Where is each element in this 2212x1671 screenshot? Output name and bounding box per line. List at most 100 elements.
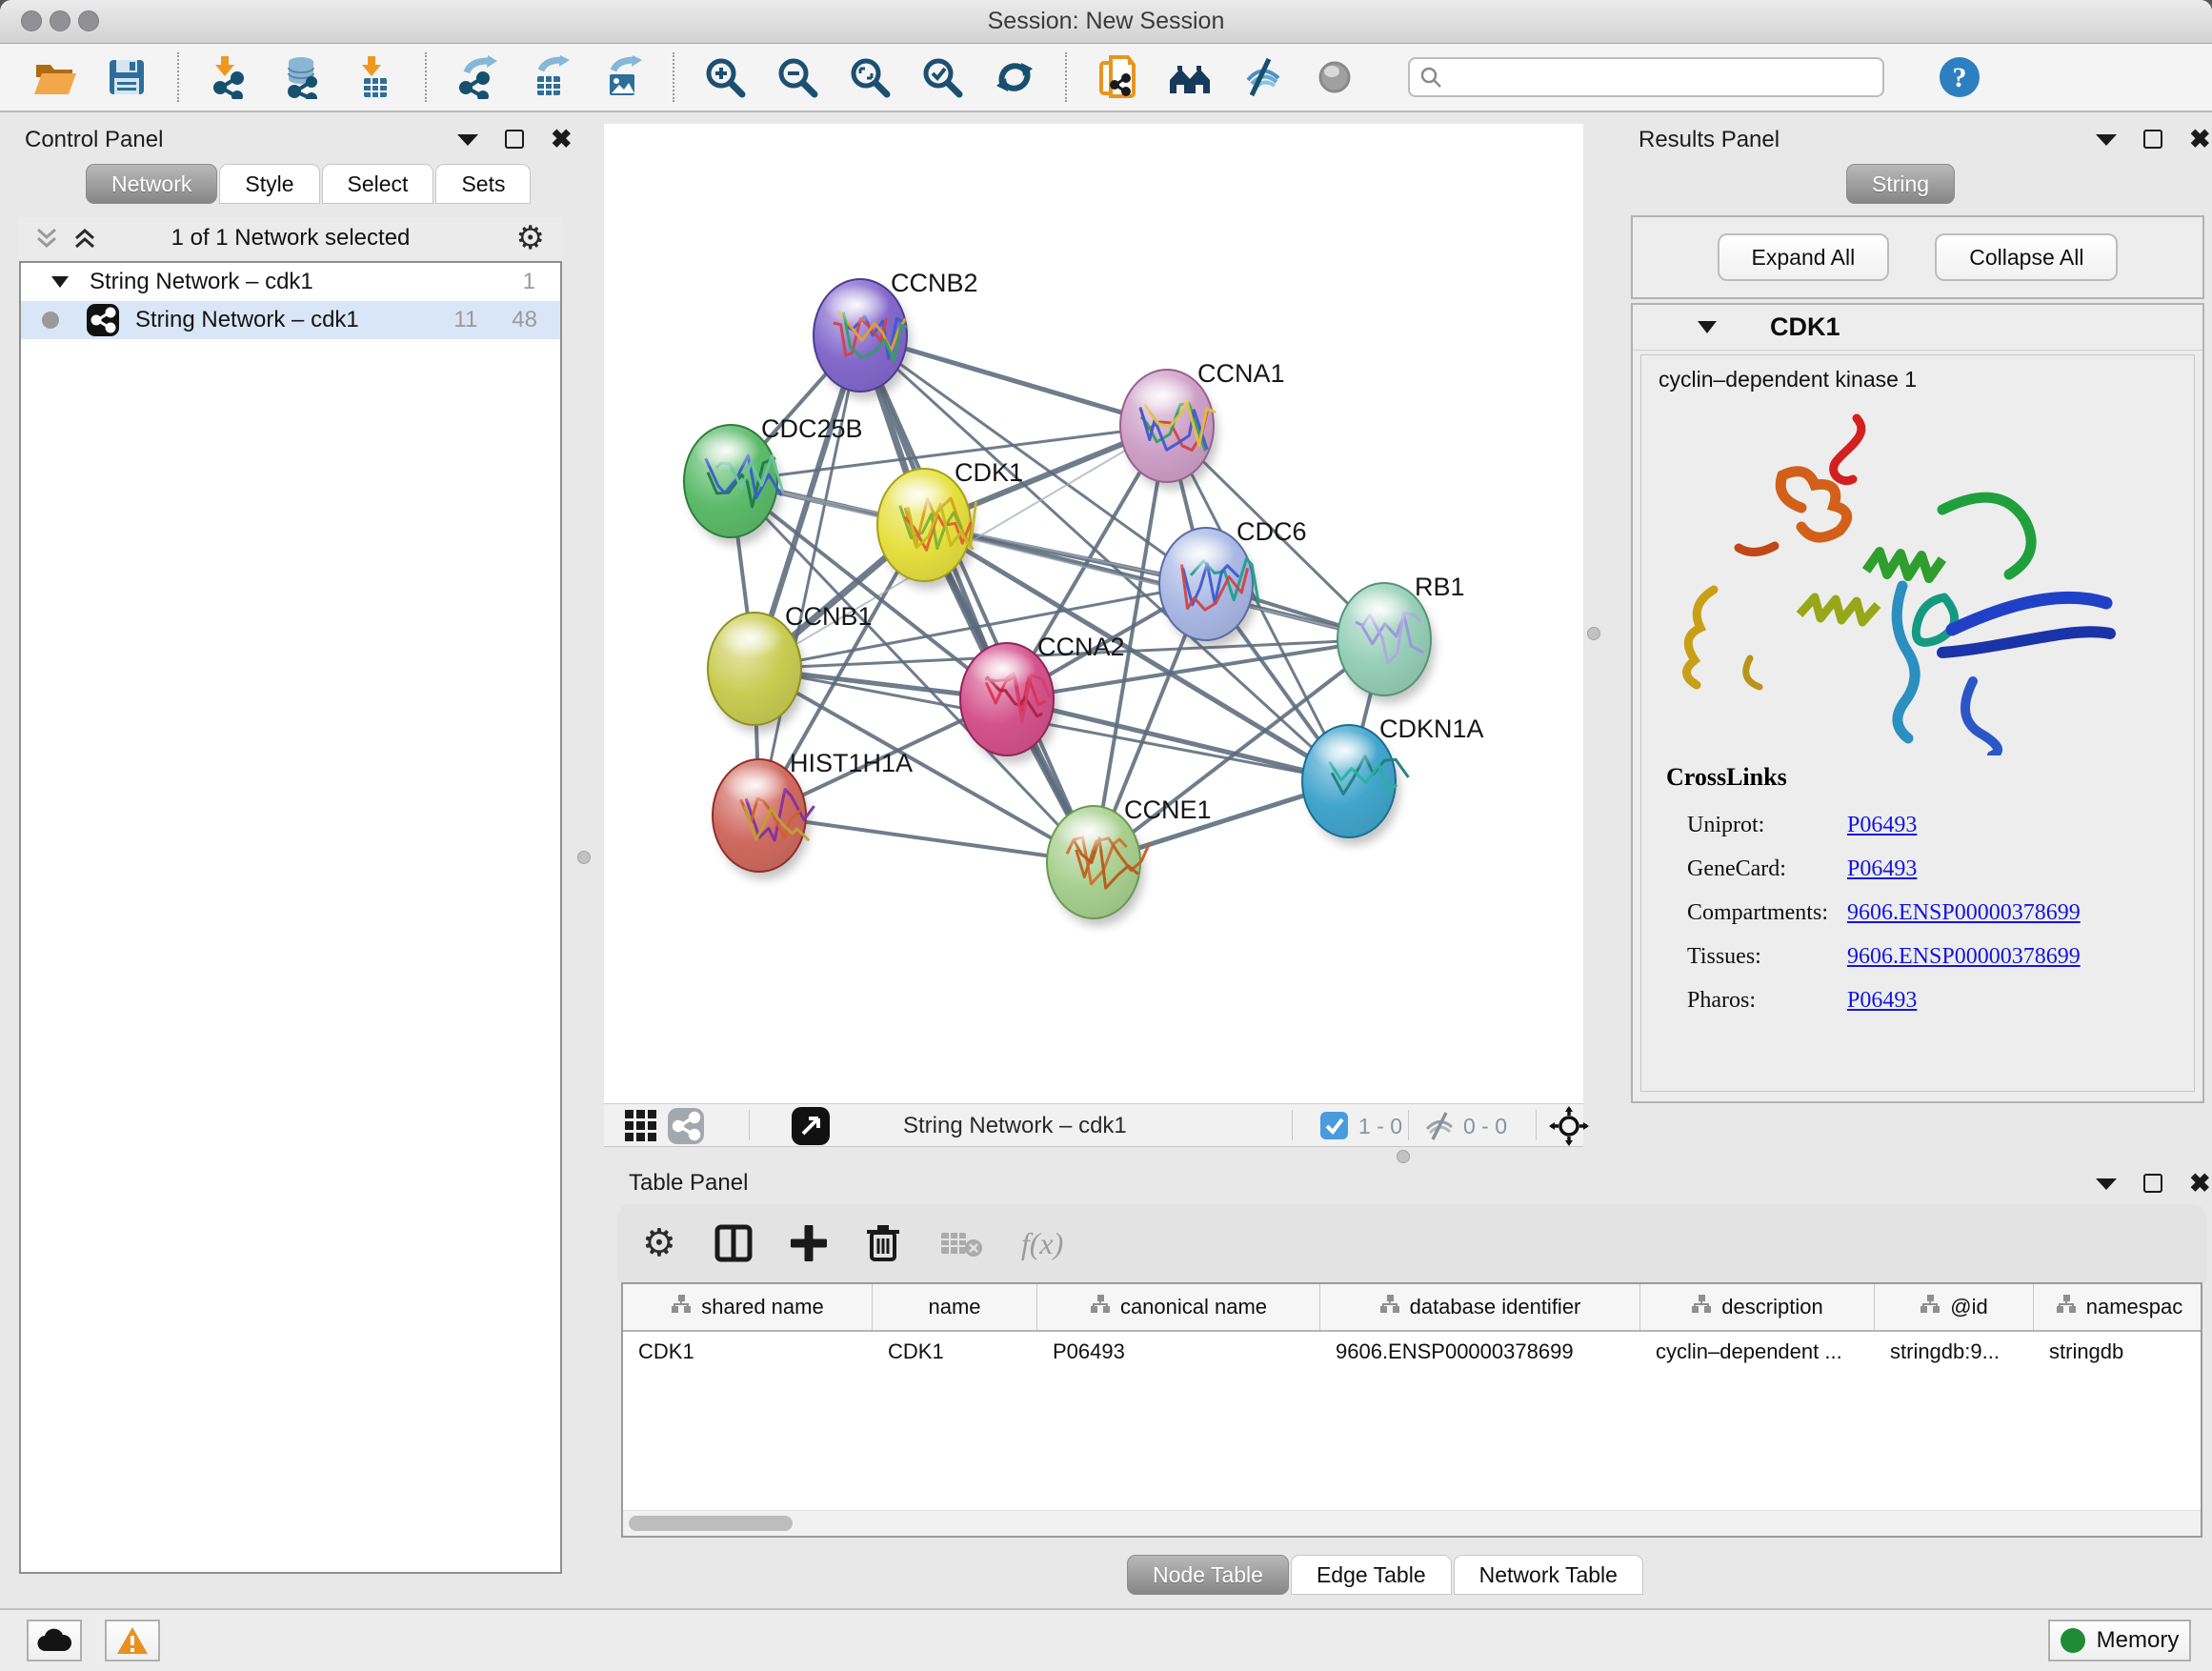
bottom-splitter-handle[interactable]: [1397, 1150, 1410, 1163]
hidden-items-icon[interactable]: [1423, 1112, 1456, 1140]
network-edge[interactable]: [759, 335, 860, 815]
network-collection-row[interactable]: String Network – cdk1 1: [21, 263, 560, 301]
import-network-icon[interactable]: [208, 55, 251, 99]
add-column-icon[interactable]: [791, 1225, 827, 1261]
expand-all-button[interactable]: Expand All: [1718, 233, 1890, 281]
network-node-ccnb1[interactable]: CCNB1: [708, 602, 873, 733]
tab-network[interactable]: Network: [86, 164, 217, 204]
network-node-hist1h1a[interactable]: HIST1H1A: [713, 749, 913, 879]
network-graph[interactable]: CCNB2CCNA1CDC25BCDK1CDC6RB1CCNB1CCNA2CDK…: [604, 124, 1583, 1103]
cloud-button[interactable]: [27, 1620, 82, 1661]
zoom-selected-icon[interactable]: [920, 55, 964, 99]
help-icon[interactable]: ?: [1938, 55, 1981, 99]
column-header-name[interactable]: name: [873, 1284, 1037, 1330]
network-node-ccna1[interactable]: CCNA1: [1120, 359, 1285, 490]
panel-close-icon[interactable]: ✖: [2189, 130, 2211, 149]
table-cell[interactable]: P06493: [1037, 1339, 1320, 1364]
network-node-cdkn1a[interactable]: CDKN1A: [1302, 715, 1484, 845]
table-cell[interactable]: cyclin–dependent ...: [1640, 1339, 1875, 1364]
delete-table-icon[interactable]: [939, 1227, 983, 1259]
gene-section-header[interactable]: CDK1: [1633, 305, 2202, 351]
panel-float-icon[interactable]: [2143, 130, 2162, 149]
crosslink-link[interactable]: 9606.ENSP00000378699: [1847, 944, 2081, 970]
hide-graphics-icon[interactable]: [1240, 55, 1284, 99]
crosslink-link[interactable]: P06493: [1847, 988, 1917, 1014]
table-cell[interactable]: stringdb: [2034, 1339, 2202, 1364]
panel-float-icon[interactable]: [505, 130, 524, 149]
show-graphics-icon[interactable]: [1313, 55, 1357, 99]
open-session-icon[interactable]: [32, 55, 76, 99]
tab-network-table[interactable]: Network Table: [1454, 1555, 1643, 1595]
panel-collapse-icon[interactable]: [2096, 1177, 2117, 1190]
home-legacy-icon[interactable]: [1168, 55, 1212, 99]
column-header-database-identifier[interactable]: database identifier: [1320, 1284, 1640, 1330]
warnings-button[interactable]: [105, 1620, 160, 1661]
collection-count: 1: [523, 269, 535, 295]
network-node-ccna2[interactable]: CCNA2: [960, 633, 1125, 763]
right-splitter-handle[interactable]: [1587, 627, 1600, 640]
export-image-icon[interactable]: [600, 55, 644, 99]
show-columns-icon[interactable]: [714, 1224, 753, 1262]
memory-button[interactable]: Memory: [2048, 1620, 2191, 1661]
export-table-icon[interactable]: [528, 55, 572, 99]
delete-column-icon[interactable]: [865, 1223, 901, 1263]
crosslink-link[interactable]: P06493: [1847, 813, 1917, 838]
network-node-ccne1[interactable]: CCNE1: [1047, 795, 1212, 926]
refresh-icon[interactable]: [993, 55, 1036, 99]
string-view-icon[interactable]: [667, 1107, 705, 1145]
panel-float-icon[interactable]: [2143, 1174, 2162, 1193]
column-header--id[interactable]: @id: [1875, 1284, 2034, 1330]
zoom-fit-icon[interactable]: [848, 55, 892, 99]
crosslink-link[interactable]: P06493: [1847, 856, 1917, 882]
network-options-gear-icon[interactable]: ⚙: [516, 222, 545, 254]
search-input[interactable]: [1450, 64, 1873, 91]
table-cell[interactable]: 9606.ENSP00000378699: [1320, 1339, 1640, 1364]
zoom-in-icon[interactable]: [703, 55, 747, 99]
export-network-icon[interactable]: [455, 55, 499, 99]
import-database-icon[interactable]: [280, 55, 324, 99]
table-cell[interactable]: stringdb:9...: [1875, 1339, 2034, 1364]
tab-node-table[interactable]: Node Table: [1127, 1555, 1289, 1595]
column-header-shared-name[interactable]: shared name: [623, 1284, 873, 1330]
collapse-all-button[interactable]: Collapse All: [1935, 233, 2118, 281]
network-node-ccnb2[interactable]: CCNB2: [814, 269, 978, 399]
tab-select[interactable]: Select: [322, 164, 434, 204]
section-collapse-icon[interactable]: [1698, 321, 1717, 333]
tab-sets[interactable]: Sets: [435, 164, 531, 204]
zoom-out-icon[interactable]: [775, 55, 819, 99]
column-header-description[interactable]: description: [1640, 1284, 1875, 1330]
table-cell[interactable]: CDK1: [873, 1339, 1037, 1364]
panel-close-icon[interactable]: ✖: [551, 130, 573, 149]
table-row[interactable]: CDK1CDK1P064939606.ENSP00000378699cyclin…: [623, 1332, 2201, 1372]
import-table-icon[interactable]: [352, 55, 396, 99]
crosslink-link[interactable]: 9606.ENSP00000378699: [1847, 900, 2081, 926]
scrollbar-thumb[interactable]: [629, 1516, 793, 1531]
save-session-icon[interactable]: [105, 55, 149, 99]
search-field[interactable]: [1408, 57, 1884, 97]
tab-style[interactable]: Style: [219, 164, 319, 204]
panel-close-icon[interactable]: ✖: [2189, 1174, 2211, 1193]
birdseye-view-icon[interactable]: [791, 1106, 831, 1146]
network-node-cdc6[interactable]: CDC6: [1159, 517, 1307, 648]
left-splitter-handle[interactable]: [577, 851, 591, 864]
network-row[interactable]: String Network – cdk1 11 48: [21, 301, 560, 339]
tab-edge-table[interactable]: Edge Table: [1291, 1555, 1452, 1595]
column-header-canonical-name[interactable]: canonical name: [1037, 1284, 1320, 1330]
horizontal-scrollbar[interactable]: [623, 1510, 2201, 1536]
function-builder-icon[interactable]: f(x): [1021, 1226, 1063, 1261]
tab-string[interactable]: String: [1846, 164, 1955, 204]
table-cell[interactable]: CDK1: [623, 1339, 873, 1364]
selected-checkbox[interactable]: [1320, 1112, 1348, 1139]
network-canvas[interactable]: CCNB2CCNA1CDC25BCDK1CDC6RB1CCNB1CCNA2CDK…: [604, 124, 1583, 1103]
network-node-rb1[interactable]: RB1: [1337, 573, 1465, 703]
grid-view-icon[interactable]: [625, 1110, 657, 1142]
column-header-namespac[interactable]: namespac: [2034, 1284, 2202, 1330]
panel-collapse-icon[interactable]: [457, 132, 478, 146]
node-label: CDK1: [955, 458, 1023, 487]
table-options-gear-icon[interactable]: ⚙: [642, 1224, 676, 1262]
document-network-icon[interactable]: [1096, 55, 1139, 99]
tree-expand-icon[interactable]: [51, 276, 69, 288]
network-edge[interactable]: [860, 335, 1094, 862]
panel-collapse-icon[interactable]: [2096, 132, 2117, 146]
fit-content-icon[interactable]: [1549, 1106, 1589, 1146]
